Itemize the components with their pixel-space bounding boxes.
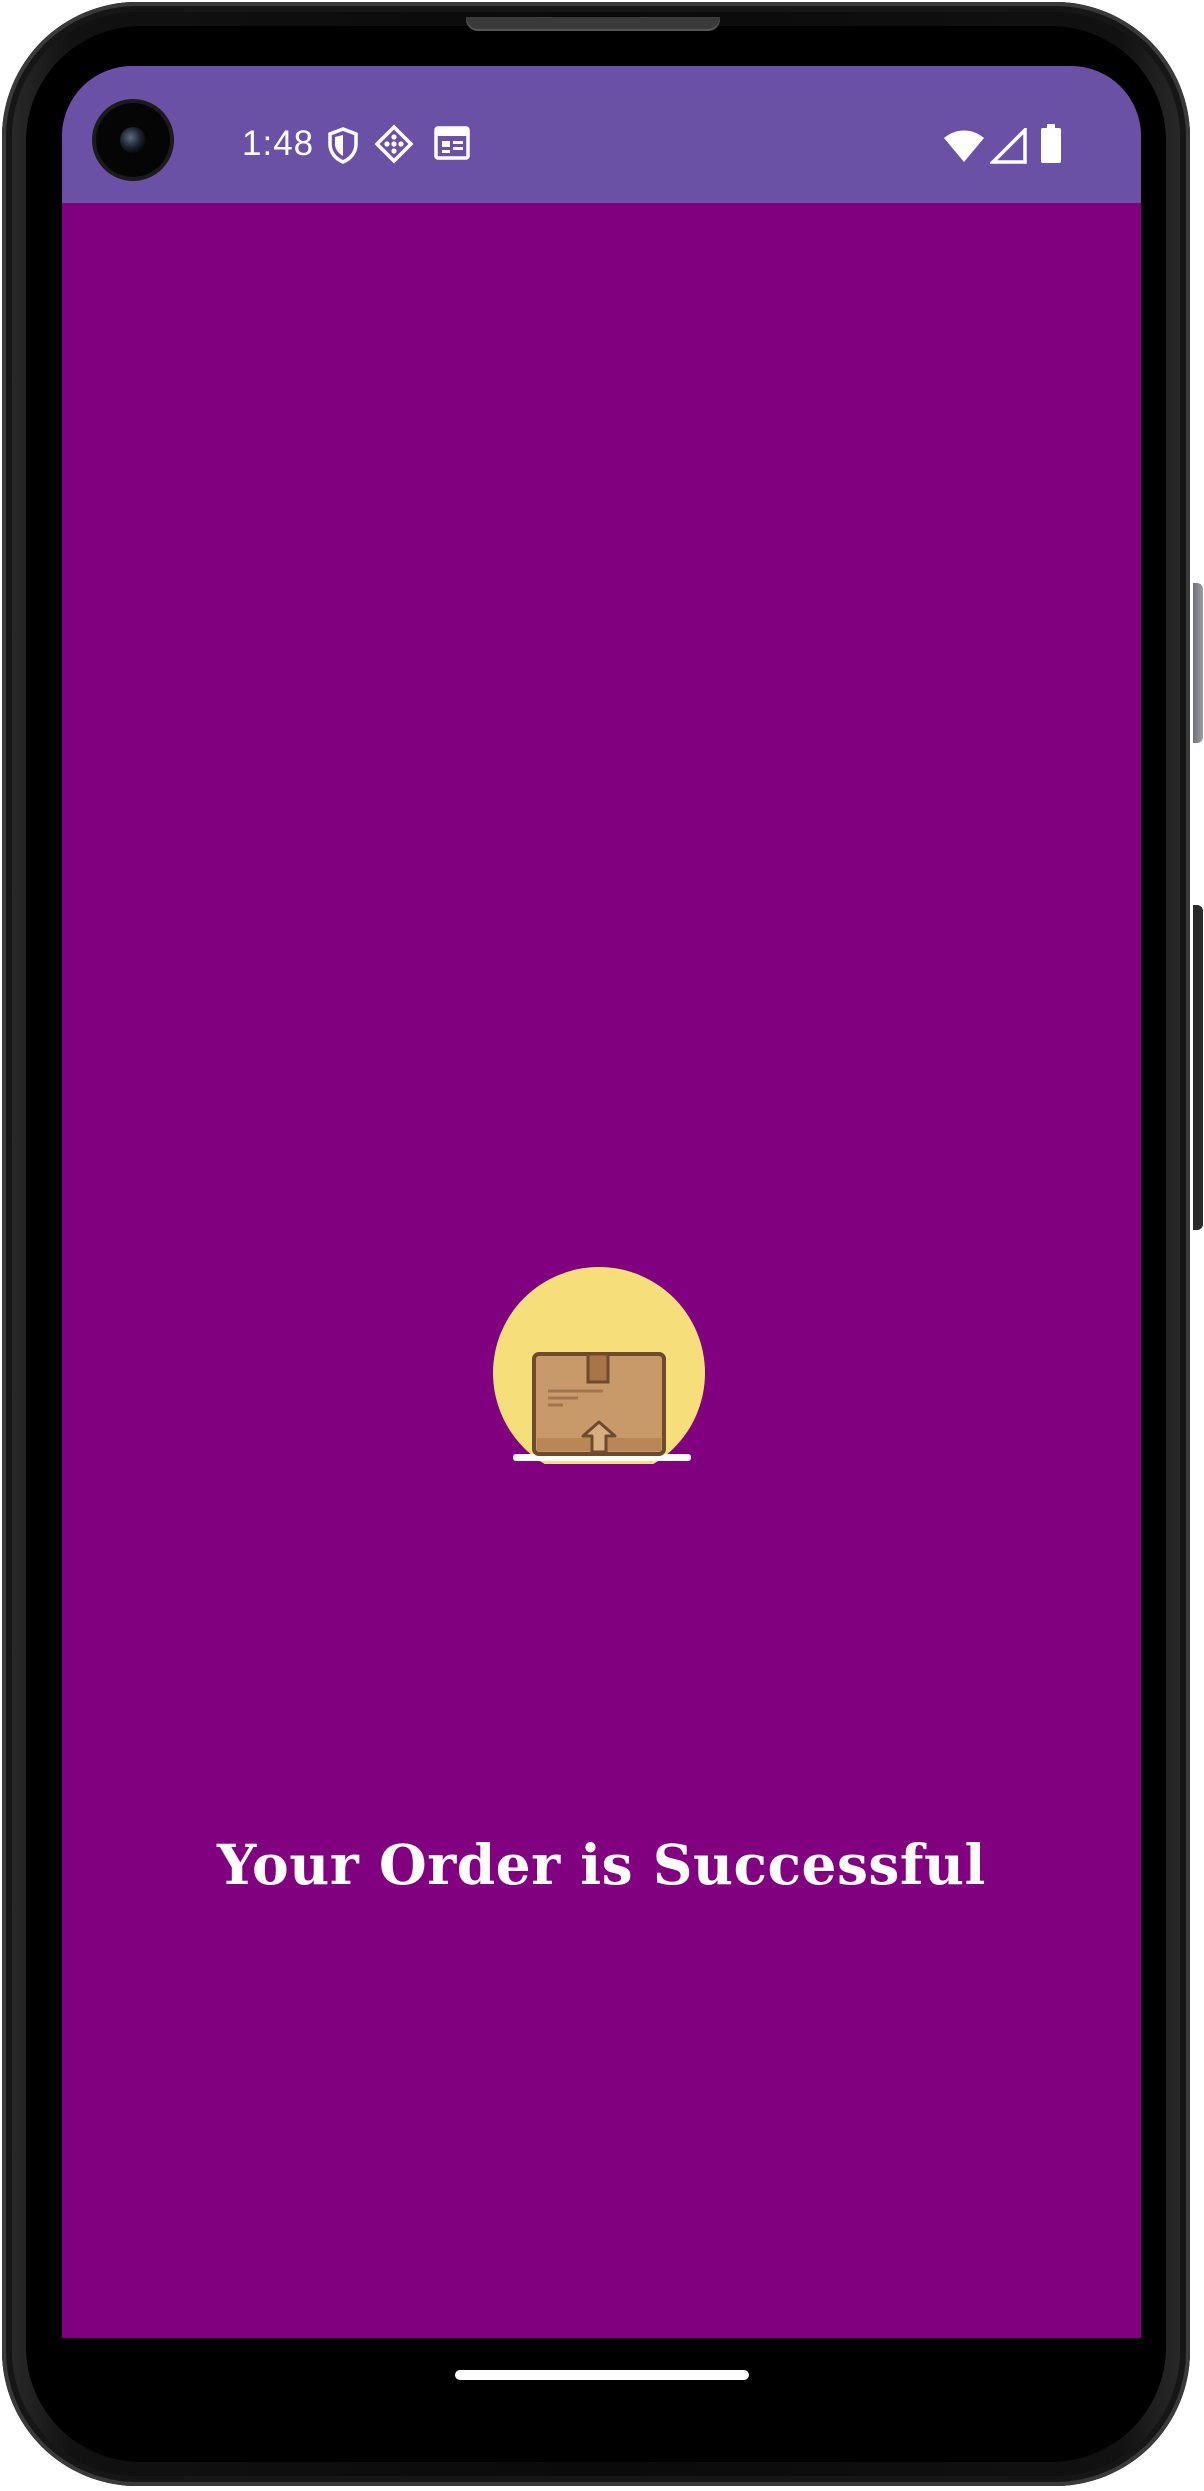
order-success-message: Your Order is Successful <box>217 1832 986 1897</box>
navigation-bar <box>62 2338 1141 2398</box>
cellular-signal-icon <box>988 125 1028 168</box>
volume-button <box>1193 583 1203 743</box>
wifi-icon <box>942 128 986 168</box>
speaker-grill <box>466 17 720 31</box>
battery-icon <box>1040 124 1062 168</box>
order-success-content: Your Order is Successful <box>62 203 1141 2338</box>
calendar-icon <box>434 126 470 164</box>
status-bar: 1:48 <box>62 66 1141 203</box>
camera-lens <box>120 127 146 153</box>
home-gesture-bar[interactable] <box>455 2370 749 2380</box>
phone-device: 1:48 Your Order is Successful <box>0 0 1204 2491</box>
app-screen: 1:48 Your Order is Successful <box>62 66 1141 2338</box>
front-camera <box>96 103 170 177</box>
power-button <box>1193 905 1203 1230</box>
package-box-icon <box>493 1264 713 1479</box>
status-time: 1:48 <box>242 124 315 163</box>
shield-icon <box>326 126 360 168</box>
game-icon <box>374 124 414 168</box>
